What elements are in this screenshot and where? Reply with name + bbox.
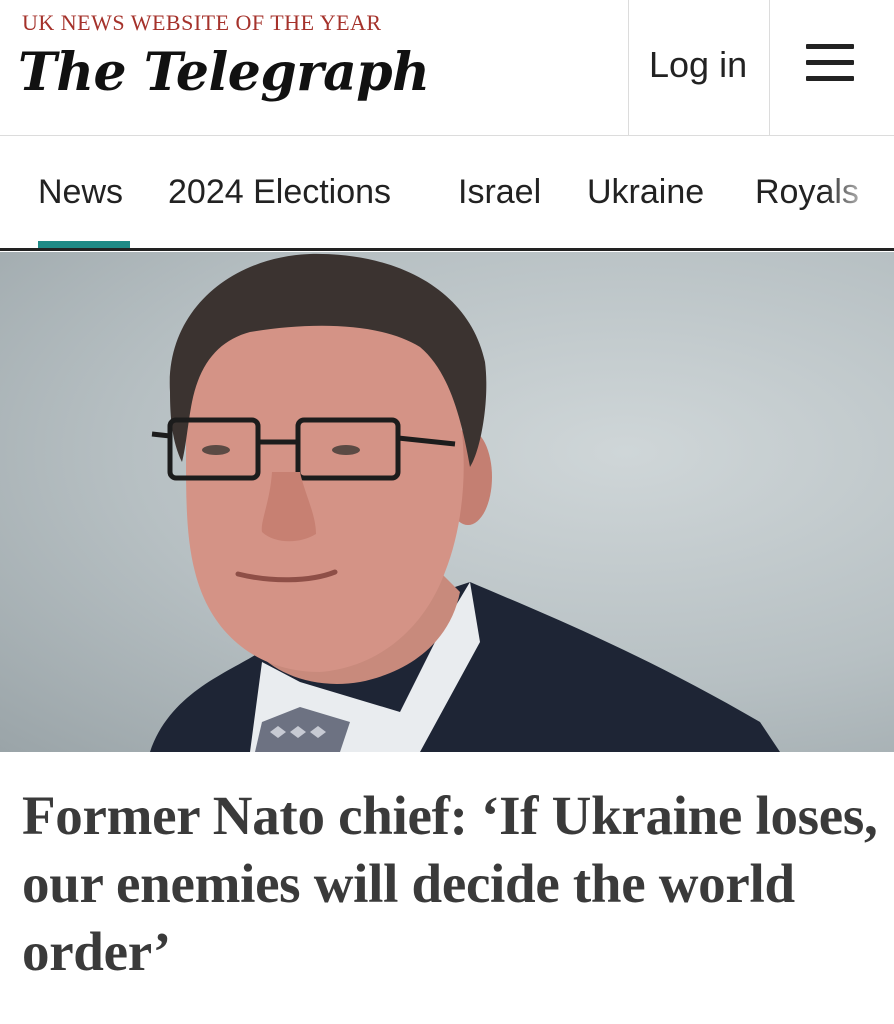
menu-button[interactable]	[770, 0, 894, 135]
nav-item-ukraine[interactable]: Ukraine	[587, 173, 704, 212]
section-nav: News 2024 Elections Israel Ukraine Royal…	[0, 137, 894, 251]
site-header: UK NEWS WEBSITE OF THE YEAR The Telegrap…	[0, 0, 894, 136]
login-button[interactable]: Log in	[628, 0, 770, 135]
nav-item-2024-elections[interactable]: 2024 Elections	[168, 173, 391, 212]
nav-active-indicator	[38, 241, 130, 248]
article-headline[interactable]: Former Nato chief: ‘If Ukraine loses, ou…	[22, 782, 892, 986]
nav-item-royals[interactable]: Royals	[755, 173, 859, 212]
tagline: UK NEWS WEBSITE OF THE YEAR	[22, 10, 382, 35]
login-label: Log in	[649, 44, 748, 85]
hamburger-menu-icon	[806, 44, 856, 84]
article-hero-image[interactable]	[0, 252, 894, 752]
portrait-photo	[150, 253, 780, 752]
site-logo[interactable]: The Telegraph	[18, 42, 430, 103]
nav-item-israel[interactable]: Israel	[458, 173, 541, 212]
nav-item-news[interactable]: News	[38, 173, 123, 212]
